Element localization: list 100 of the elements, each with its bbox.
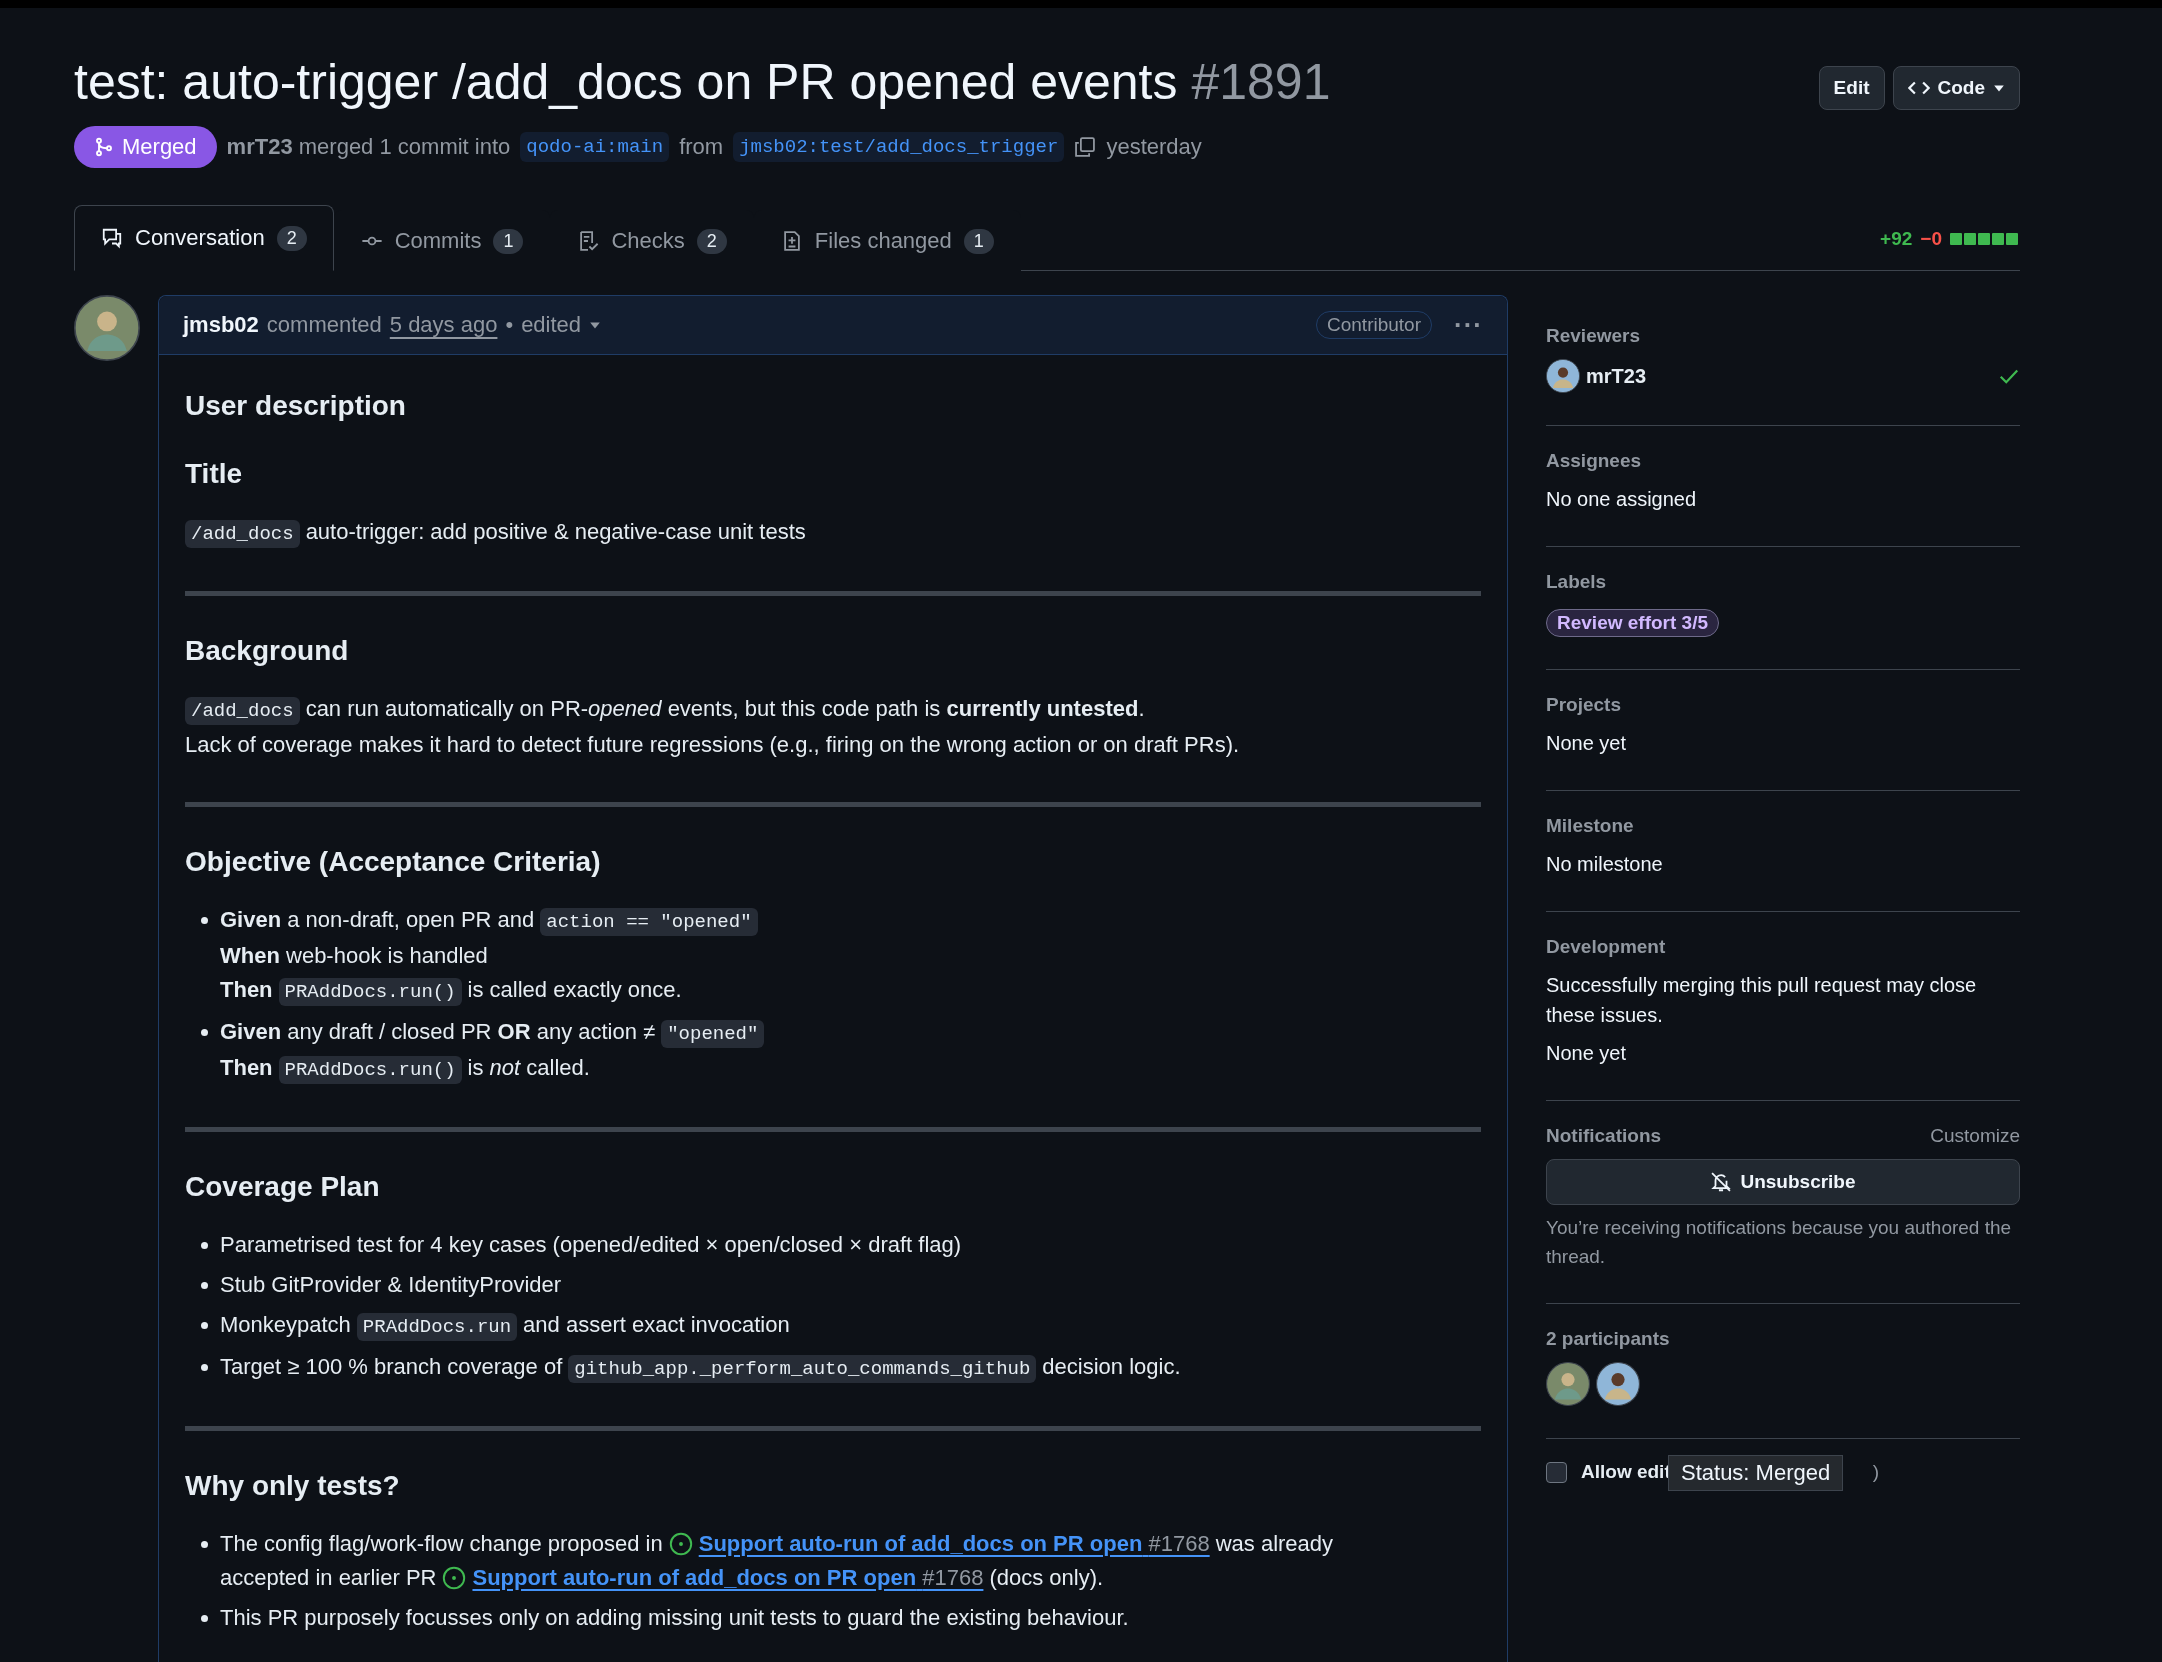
body-text: is called exactly once. bbox=[467, 977, 682, 1002]
section-title: Milestone bbox=[1546, 815, 1634, 837]
section-heading: User description bbox=[185, 389, 407, 423]
inline-code: "opened" bbox=[661, 1020, 765, 1048]
label-tag[interactable]: Review effort 3/5 bbox=[1546, 609, 1719, 637]
section-heading: Title bbox=[185, 457, 244, 491]
body-text: This PR purposely focusses only on adding missing unit tests to guard the existing behaviour. bbox=[220, 1605, 1129, 1630]
body-text: auto-trigger: add positive & negative-case unit tests bbox=[305, 519, 806, 544]
bullet bbox=[201, 1615, 208, 1622]
checklist-icon bbox=[577, 230, 600, 252]
body-text: Lack of coverage makes it hard to detect future regressions (e.g., firing on the wrong action or on draft PRs). bbox=[185, 732, 1240, 757]
checkbox[interactable] bbox=[1546, 1461, 1567, 1483]
section-title: Projects bbox=[1546, 694, 1621, 716]
body-text: and assert exact invocation bbox=[523, 1312, 790, 1337]
inline-code: github_app._perform_auto_commands_github bbox=[568, 1355, 1037, 1383]
edited-menu[interactable]: edited bbox=[521, 312, 582, 338]
bullet bbox=[201, 917, 208, 924]
tab-count: 1 bbox=[493, 228, 524, 254]
sidebar-text: None yet bbox=[1546, 1041, 1628, 1066]
inline-code: PRAddDocs.run() bbox=[278, 978, 462, 1006]
tab-count: 1 bbox=[963, 228, 994, 254]
sidebar-text: No one assigned bbox=[1546, 487, 1698, 512]
avatar bbox=[1596, 1362, 1640, 1406]
avatar bbox=[74, 295, 140, 361]
body-text: Monkeypatch bbox=[220, 1312, 351, 1337]
code-button[interactable]: Code bbox=[1892, 66, 2020, 110]
more-menu[interactable]: ··· bbox=[1454, 309, 1483, 341]
bullet bbox=[201, 1541, 208, 1548]
comment-action: commented bbox=[266, 312, 382, 338]
body-text: (docs only). bbox=[989, 1565, 1104, 1590]
body-text: is not called. bbox=[467, 1055, 590, 1080]
section-title: Development bbox=[1546, 936, 1666, 958]
tab[interactable]: Conversation 2 bbox=[74, 205, 334, 271]
body-text: Stub GitProvider & IdentityProvider bbox=[220, 1272, 562, 1297]
edit-button[interactable]: Edit bbox=[1818, 66, 1885, 110]
comment-author[interactable]: jmsb02 bbox=[183, 312, 259, 338]
bullet bbox=[201, 1029, 208, 1036]
open-pr-icon bbox=[442, 1566, 467, 1590]
body-text: The config flag/work-flow change proposed in bbox=[220, 1531, 663, 1556]
bell-off-icon bbox=[1710, 1171, 1733, 1193]
body-text: decision logic. bbox=[1042, 1354, 1181, 1379]
bullet bbox=[201, 1282, 208, 1289]
section-heading: Coverage Plan bbox=[185, 1170, 381, 1204]
inline-code: PRAddDocs.run bbox=[356, 1313, 518, 1341]
avatar bbox=[1546, 359, 1580, 393]
customize-link[interactable]: Customize bbox=[1930, 1125, 2020, 1147]
deletions-count: −0 bbox=[1920, 228, 1942, 250]
inline-code: action == "opened" bbox=[540, 908, 758, 936]
body-text: was already bbox=[1215, 1531, 1334, 1556]
separator: • bbox=[505, 312, 514, 338]
section-heading: Objective (Acceptance Criteria) bbox=[185, 845, 602, 879]
pr-title: test: auto-trigger /add_docs on PR opened events #1891 bbox=[74, 53, 1331, 112]
merge-summary: mrT23 merged 1 commit into bbox=[226, 134, 511, 160]
merge-time: yesterday bbox=[1106, 134, 1202, 160]
sidebar-text: Successfully merging this pull request may close these issues. bbox=[1546, 973, 1978, 1028]
reviewer-name[interactable]: mrT23 bbox=[1586, 364, 1647, 388]
body-text: Then bbox=[220, 977, 273, 1002]
body-text: can run automatically on PR-opened events, but this code path is currently untested. bbox=[305, 696, 1145, 721]
avatar bbox=[1546, 1362, 1590, 1406]
section-title: Labels bbox=[1546, 571, 1607, 593]
section-title: Reviewers bbox=[1546, 325, 1640, 347]
body-text: When web-hook is handled bbox=[220, 943, 488, 968]
from-text: from bbox=[679, 134, 724, 160]
section-title: Notifications bbox=[1546, 1125, 1662, 1147]
inline-code: PRAddDocs.run() bbox=[278, 1056, 462, 1084]
section-title: 2 participants bbox=[1546, 1328, 1670, 1350]
bullet bbox=[201, 1242, 208, 1249]
section-heading: Background bbox=[185, 634, 350, 668]
open-pr-icon bbox=[668, 1532, 693, 1556]
additions-count: +92 bbox=[1880, 228, 1913, 250]
bullet bbox=[201, 1322, 208, 1329]
merge-icon bbox=[94, 137, 114, 157]
sidebar-text: No milestone bbox=[1546, 852, 1664, 877]
pr-link[interactable]: Support auto-run of add_docs on PR open #1768 bbox=[472, 1565, 984, 1590]
inline-code: /add_docs bbox=[185, 697, 300, 725]
comment-icon bbox=[101, 227, 123, 249]
branch-name[interactable]: qodo-ai:main bbox=[520, 132, 670, 162]
notification-note: You’re receiving notifications because you authored the thread. bbox=[1546, 1216, 2013, 1269]
body-text: Parametrised test for 4 key cases (opened/edited × open/closed × draft flag) bbox=[220, 1232, 962, 1257]
bullet bbox=[201, 1364, 208, 1371]
tooltip: Status: Merged bbox=[1668, 1455, 1844, 1491]
unsubscribe-button[interactable]: Unsubscribe bbox=[1546, 1159, 2020, 1205]
tab-count: 2 bbox=[696, 228, 727, 254]
comment-time[interactable]: 5 days ago bbox=[389, 312, 498, 338]
label-fragment: ) bbox=[1872, 1461, 1880, 1483]
section-title: Assignees bbox=[1546, 450, 1642, 472]
branch-name[interactable]: jmsb02:test/add_docs_trigger bbox=[733, 132, 1065, 162]
inline-code: /add_docs bbox=[185, 520, 300, 548]
pr-link[interactable]: Support auto-run of add_docs on PR open #1768 bbox=[698, 1531, 1210, 1556]
tab-count: 2 bbox=[276, 225, 307, 251]
body-text: Given a non-draft, open PR and bbox=[220, 907, 535, 932]
body-text: Given any draft / closed PR OR any action ≠ bbox=[220, 1019, 656, 1044]
sidebar-text: None yet bbox=[1546, 731, 1628, 756]
diffstat-icon bbox=[1950, 233, 2020, 245]
status-badge: Merged bbox=[74, 126, 217, 168]
copy-icon[interactable] bbox=[1074, 136, 1097, 158]
body-text: accepted in earlier PR bbox=[220, 1565, 437, 1590]
body-text: Target ≥ 100 % branch coverage of bbox=[220, 1354, 563, 1379]
section-heading: Why only tests? bbox=[185, 1469, 401, 1503]
body-text: Then bbox=[220, 1055, 273, 1080]
